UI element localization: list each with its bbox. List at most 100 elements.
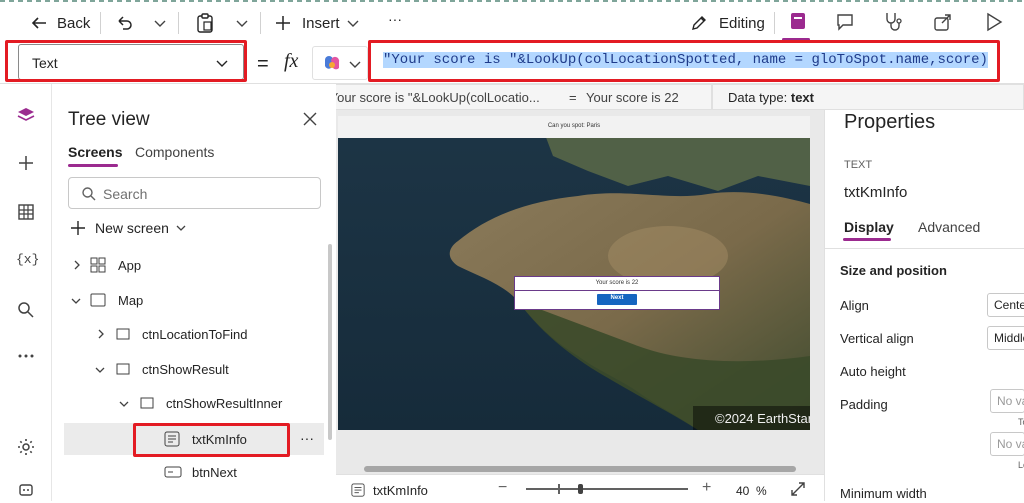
search-icon[interactable] — [14, 298, 38, 322]
canvas-header-text: Can you spot: Paris — [547, 123, 601, 129]
preview-result: Your score is 22 — [586, 90, 679, 105]
data-type-label: Data type: — [728, 90, 791, 105]
pencil-icon — [692, 16, 706, 30]
notebook-icon — [791, 13, 805, 29]
tree-item-ctnlocationtofind[interactable]: ctnLocationToFind — [52, 320, 322, 348]
tree-item-ctnshowresult[interactable]: ctnShowResult — [52, 355, 322, 383]
zoom-slider-thumb[interactable] — [578, 484, 583, 494]
paste-icon[interactable] — [195, 12, 215, 34]
more-button[interactable]: ··· — [388, 11, 402, 27]
padding-top-input[interactable]: No va — [990, 389, 1024, 413]
property-dropdown[interactable]: Text — [18, 44, 244, 80]
tree-item-label: btnNext — [192, 465, 237, 480]
close-icon[interactable] — [303, 112, 317, 126]
properties-pane: Properties TEXT txtKmInfo Display Advanc… — [824, 110, 1024, 501]
align-dropdown[interactable]: Center — [987, 293, 1024, 317]
plus-icon — [71, 221, 85, 235]
tree-item-label: Map — [118, 293, 144, 308]
map-copyright: ©2024 EarthStar G — [693, 406, 810, 430]
expand-icon[interactable] — [790, 481, 806, 497]
chevron-down-icon — [216, 60, 228, 67]
props-tab-indicator — [843, 238, 891, 241]
insert-button[interactable]: Insert — [270, 10, 370, 36]
satellite-map — [338, 116, 810, 430]
insert-label: Insert — [302, 15, 340, 32]
next-button[interactable]: Next — [597, 294, 637, 305]
canvas-area: Can you spot: Paris Your score is 22 Nex… — [336, 110, 824, 501]
settings-gear-icon[interactable] — [14, 435, 38, 459]
tab-screens[interactable]: Screens — [68, 144, 122, 160]
tree-scrollbar[interactable] — [328, 244, 332, 440]
variables-icon[interactable]: {x} — [16, 252, 39, 267]
back-button[interactable]: Back — [26, 10, 92, 36]
formula-input[interactable]: "Your score is "&LookUp(colLocationSpott… — [377, 48, 997, 76]
tab-display[interactable]: Display — [844, 219, 894, 235]
plus-icon[interactable] — [14, 151, 38, 175]
copilot-icon — [325, 56, 340, 70]
zoom-slider[interactable] — [526, 484, 688, 494]
data-type-indicator: Data type: text — [712, 84, 1024, 110]
padding-left-input[interactable]: No va — [990, 432, 1024, 456]
virtual-agent-icon[interactable] — [14, 479, 38, 503]
score-text: Your score is 22 — [595, 280, 639, 286]
tree-item-label: txtKmInfo — [192, 432, 247, 447]
layers-icon[interactable] — [14, 104, 38, 128]
plus-icon — [276, 16, 290, 30]
zoom-out-button[interactable]: − — [498, 479, 507, 497]
chevron-down-icon — [119, 401, 129, 407]
vertical-align-label: Vertical align — [840, 331, 914, 346]
tree-item-label: ctnShowResult — [142, 362, 229, 377]
back-label: Back — [57, 15, 91, 32]
zoom-unit: % — [756, 484, 767, 498]
tab-components[interactable]: Components — [135, 144, 214, 160]
fx-icon: fx — [284, 50, 299, 72]
status-control-name: txtKmInfo — [373, 483, 428, 498]
editing-button[interactable]: Editing — [688, 10, 768, 36]
text-label-icon — [351, 483, 365, 497]
canvas-status-bar: txtKmInfo − + 40 % — [336, 474, 824, 501]
control-type-label: TEXT — [844, 159, 873, 171]
auto-height-label: Auto height — [840, 364, 906, 379]
copilot-button[interactable] — [312, 46, 368, 80]
chevron-right-icon — [74, 260, 80, 270]
tab-advanced[interactable]: Advanced — [918, 219, 980, 235]
tree-item-label: App — [118, 258, 142, 273]
padding-top-caption: To — [1018, 417, 1024, 427]
tree-item-more-button[interactable]: ··· — [300, 430, 314, 446]
text-label-icon — [164, 431, 180, 447]
property-dropdown-value: Text — [32, 55, 58, 71]
container-icon — [116, 363, 130, 375]
tree-item-map[interactable]: Map — [52, 286, 322, 314]
editing-label: Editing — [719, 15, 765, 32]
tree-item-btnnext[interactable]: btnNext — [52, 458, 322, 486]
padding-label: Padding — [840, 397, 888, 412]
canvas-horizontal-scrollbar[interactable] — [364, 466, 796, 472]
table-icon[interactable] — [14, 200, 38, 224]
stethoscope-icon[interactable] — [883, 11, 903, 33]
share-icon[interactable] — [933, 12, 953, 32]
tree-item-app[interactable]: App — [52, 251, 322, 279]
tree-view-pane: Tree view Screens Components Search New … — [52, 84, 336, 501]
tree-view-title: Tree view — [68, 109, 150, 130]
notes-button[interactable] — [782, 9, 810, 41]
zoom-in-button[interactable]: + — [702, 479, 711, 497]
app-icon — [90, 257, 106, 273]
chevron-down-icon[interactable] — [153, 16, 167, 30]
more-icon[interactable] — [14, 344, 38, 368]
left-rail: {x} — [0, 84, 52, 501]
tree-search-box[interactable]: Search — [68, 177, 321, 209]
undo-icon[interactable] — [114, 13, 134, 33]
vertical-align-dropdown[interactable]: Middle — [987, 326, 1024, 350]
button-icon — [164, 466, 182, 478]
result-container[interactable]: Your score is 22 Next — [514, 276, 720, 310]
preview-expression: "Your score is "&LookUp(colLocatio... — [325, 90, 540, 105]
control-name: txtKmInfo — [844, 184, 908, 201]
play-icon[interactable] — [985, 12, 1003, 32]
next-button-label: Next — [610, 295, 624, 301]
back-arrow-icon — [31, 17, 46, 29]
tree-item-ctnshowresultinner[interactable]: ctnShowResultInner — [52, 389, 322, 417]
new-screen-button[interactable]: New screen — [68, 217, 198, 239]
comment-icon[interactable] — [835, 12, 855, 32]
chevron-down-icon[interactable] — [235, 16, 249, 30]
tree-item-txtkminfo[interactable]: txtKmInfo ··· — [64, 423, 324, 455]
